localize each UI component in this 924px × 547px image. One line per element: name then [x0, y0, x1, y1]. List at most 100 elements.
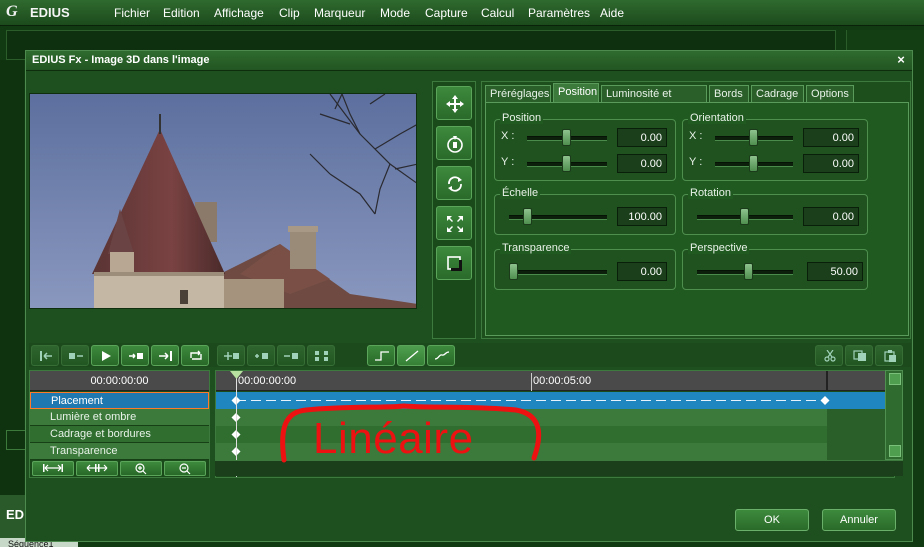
scroll-up-icon[interactable] — [889, 373, 901, 385]
linear-interpolation-button[interactable] — [397, 345, 425, 366]
loop-button[interactable] — [181, 345, 209, 366]
keys-grid-button[interactable] — [307, 345, 335, 366]
menu-aide[interactable]: Aide — [600, 6, 624, 20]
tab-bords[interactable]: Bords — [709, 85, 749, 102]
prev-key-icon — [69, 353, 83, 359]
drag-handle-icon[interactable] — [6, 430, 26, 450]
transparency-slider-thumb[interactable] — [509, 263, 518, 280]
cancel-button[interactable]: Annuler — [822, 509, 896, 531]
tab-position[interactable]: Position — [553, 83, 599, 103]
move-tool-button[interactable] — [436, 86, 472, 120]
scissors-icon — [824, 350, 836, 362]
menu-affichage[interactable]: Affichage — [214, 6, 264, 20]
menu-fichier[interactable]: Fichier — [114, 6, 150, 20]
rotation-group: Rotation 0.00 — [682, 187, 868, 235]
rotation-slider-thumb[interactable] — [740, 208, 749, 225]
transparency-slider-track[interactable] — [509, 270, 607, 275]
castle-preview-image — [30, 94, 416, 308]
timeline-app-label: ED — [6, 507, 25, 522]
orientation-x-slider-thumb[interactable] — [749, 129, 758, 146]
orientation-group: Orientation X : 0.00 Y : 0.00 — [682, 112, 868, 181]
menu-mode[interactable]: Mode — [380, 6, 410, 20]
menu-clip[interactable]: Clip — [279, 6, 300, 20]
rotation-group-label: Rotation — [688, 187, 733, 199]
vertical-scrollbar[interactable] — [885, 370, 903, 460]
add-keyframe-icon — [255, 353, 268, 359]
dialog-title: EDIUS Fx - Image 3D dans l'image — [32, 54, 210, 66]
current-timecode: 00:00:00:00 — [30, 371, 209, 391]
transparency-group-label: Transparence — [500, 242, 572, 254]
perspective-slider-thumb[interactable] — [744, 263, 753, 280]
go-start-icon — [40, 351, 52, 361]
curve-interpolation-button[interactable] — [427, 345, 455, 366]
hand-rotate-tool-button[interactable] — [436, 126, 472, 160]
menu-parametres[interactable]: Paramètres — [528, 6, 590, 20]
transparency-group: Transparence 0.00 — [494, 242, 676, 290]
timeline-zoom-buttons — [30, 460, 209, 477]
orientation-x-field[interactable]: 0.00 — [803, 128, 859, 147]
tab-preglages[interactable]: Préréglages — [485, 85, 551, 102]
tab-options[interactable]: Options — [806, 85, 854, 102]
expand-timeline-button[interactable] — [76, 461, 118, 476]
ok-button[interactable]: OK — [735, 509, 809, 531]
tab-luminosite-ombre[interactable]: Luminosité et ombre — [601, 85, 707, 116]
edius-logo: G — [6, 3, 18, 20]
zoom-out-button[interactable] — [164, 461, 206, 476]
prev-key-button[interactable] — [61, 345, 89, 366]
copy-button[interactable] — [845, 345, 873, 366]
menu-marqueur[interactable]: Marqueur — [314, 6, 365, 20]
shadow-tool-button[interactable] — [436, 246, 472, 280]
tool-strip — [432, 81, 476, 339]
perspective-field[interactable]: 50.00 — [807, 262, 863, 281]
cut-button[interactable] — [815, 345, 843, 366]
preview-image — [29, 93, 417, 309]
fit-tool-button[interactable] — [436, 206, 472, 240]
position-y-slider-thumb[interactable] — [562, 155, 571, 172]
step-interpolation-icon — [375, 351, 389, 361]
shadow-box-icon — [447, 256, 462, 271]
track-placement[interactable]: Placement — [30, 392, 209, 409]
position-x-label: X : — [501, 130, 515, 142]
track-lumiere-ombre[interactable]: Lumière et ombre — [30, 409, 209, 426]
scale-slider-thumb[interactable] — [523, 208, 532, 225]
tab-cadrage[interactable]: Cadrage — [751, 85, 804, 102]
paste-icon — [884, 350, 896, 362]
scroll-down-icon[interactable] — [889, 445, 901, 457]
zoom-in-button[interactable] — [120, 461, 162, 476]
playhead-handle-icon[interactable] — [230, 371, 243, 380]
track-cadrage-bordures[interactable]: Cadrage et bordures — [30, 426, 209, 443]
menu-edition[interactable]: Edition — [163, 6, 200, 20]
next-key-button[interactable] — [121, 345, 149, 366]
scale-field[interactable]: 100.00 — [617, 207, 667, 226]
go-start-button[interactable] — [31, 345, 59, 366]
close-icon[interactable]: × — [894, 53, 908, 67]
dialog-title-bar[interactable]: EDIUS Fx - Image 3D dans l'image × — [26, 51, 912, 71]
go-end-button[interactable] — [151, 345, 179, 366]
play-button[interactable] — [91, 345, 119, 366]
rotation-field[interactable]: 0.00 — [803, 207, 859, 226]
clip-end-marker — [826, 371, 828, 391]
fit-timeline-button[interactable] — [32, 461, 74, 476]
paste-button[interactable] — [875, 345, 903, 366]
menu-capture[interactable]: Capture — [425, 6, 468, 20]
position-x-slider-thumb[interactable] — [562, 129, 571, 146]
add-key-button[interactable] — [217, 345, 245, 366]
remove-key-button[interactable] — [277, 345, 305, 366]
add-keyframe-button[interactable] — [247, 345, 275, 366]
go-end-icon — [159, 351, 172, 361]
transparency-field[interactable]: 0.00 — [617, 262, 667, 281]
left-strip — [0, 60, 24, 547]
curve-interpolation-icon — [434, 351, 450, 360]
orientation-y-field[interactable]: 0.00 — [803, 154, 859, 173]
step-interpolation-button[interactable] — [367, 345, 395, 366]
position-x-field[interactable]: 0.00 — [617, 128, 667, 147]
track-transparence[interactable]: Transparence — [30, 443, 209, 460]
rotate-tool-button[interactable] — [436, 166, 472, 200]
orientation-y-label: Y : — [689, 156, 703, 168]
position-y-field[interactable]: 0.00 — [617, 154, 667, 173]
expand-width-icon — [86, 464, 108, 472]
menu-calcul[interactable]: Calcul — [481, 6, 514, 20]
perspective-group: Perspective 50.00 — [682, 242, 868, 290]
orientation-y-slider-thumb[interactable] — [749, 155, 758, 172]
time-ruler[interactable]: 00:00:00:00 00:00:05:00 — [216, 371, 894, 391]
